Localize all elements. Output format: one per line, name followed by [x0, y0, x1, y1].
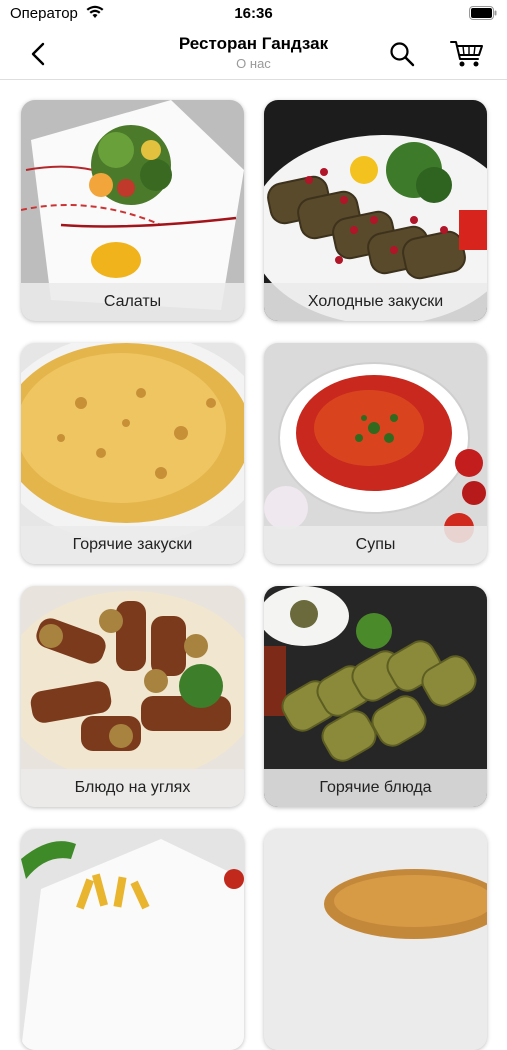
navigation-bar: Ресторан Гандзак О нас: [0, 28, 507, 80]
fries-photo: [21, 829, 244, 1050]
category-label: Горячие закуски: [21, 526, 244, 564]
cart-icon: [450, 41, 483, 67]
category-label: Салаты: [21, 283, 244, 321]
category-card-hot-appetizers[interactable]: Горячие закуски: [21, 343, 244, 564]
pastry-photo: [264, 829, 487, 1050]
search-icon: [390, 42, 415, 67]
page-title: Ресторан Гандзак: [178, 34, 329, 53]
page-subtitle[interactable]: О нас: [0, 56, 507, 71]
category-card-hot-dishes[interactable]: Горячие блюда: [264, 586, 487, 807]
status-bar: Оператор 16:36: [0, 0, 507, 28]
category-card-8[interactable]: [264, 829, 487, 1050]
category-label: Блюдо на углях: [21, 769, 244, 807]
clock: 16:36: [234, 5, 273, 22]
category-label: Горячие блюда: [264, 769, 487, 807]
category-card-soups[interactable]: Супы: [264, 343, 487, 564]
category-card-cold-appetizers[interactable]: Холодные закуски: [264, 100, 487, 321]
battery-icon: [469, 6, 497, 20]
category-label: Холодные закуски: [264, 283, 487, 321]
category-card-salads[interactable]: Салаты: [21, 100, 244, 321]
category-label: Супы: [264, 526, 487, 564]
cart-button[interactable]: [449, 36, 485, 72]
category-card-7[interactable]: [21, 829, 244, 1050]
category-card-grill[interactable]: Блюдо на углях: [21, 586, 244, 807]
search-button[interactable]: [386, 38, 418, 70]
